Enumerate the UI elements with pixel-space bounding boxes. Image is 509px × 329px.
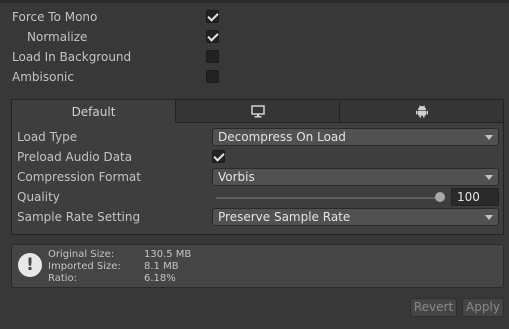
- chevron-down-icon: [485, 135, 493, 140]
- quality-label: Quality: [17, 190, 60, 204]
- ratio-label: Ratio:: [48, 273, 78, 284]
- ambisonic-row: Ambisonic: [0, 67, 509, 87]
- force-to-mono-label: Force To Mono: [12, 10, 98, 24]
- tab-default[interactable]: Default: [12, 100, 176, 123]
- preload-audio-data-checkbox[interactable]: [212, 150, 225, 163]
- quality-row: Quality 100: [12, 187, 503, 207]
- normalize-label: Normalize: [27, 30, 88, 44]
- compression-format-value: Vorbis: [218, 170, 255, 184]
- compression-format-label: Compression Format: [17, 170, 141, 184]
- load-type-label: Load Type: [17, 130, 78, 144]
- load-in-background-checkbox[interactable]: [206, 50, 219, 63]
- normalize-checkbox[interactable]: [206, 30, 219, 43]
- tab-default-label: Default: [71, 104, 116, 119]
- preload-audio-data-label: Preload Audio Data: [17, 150, 133, 164]
- sample-rate-setting-label: Sample Rate Setting: [17, 210, 141, 224]
- platform-tabs: Default: [12, 100, 503, 123]
- info-icon: !: [18, 253, 42, 277]
- revert-button[interactable]: Revert: [410, 298, 457, 317]
- load-type-value: Decompress On Load: [218, 130, 346, 144]
- quality-slider-track[interactable]: [216, 197, 442, 199]
- force-to-mono-row: Force To Mono: [0, 7, 509, 27]
- normalize-row: Normalize: [0, 27, 509, 47]
- sample-rate-setting-row: Sample Rate Setting Preserve Sample Rate: [12, 207, 503, 227]
- sample-rate-setting-value: Preserve Sample Rate: [218, 210, 351, 224]
- sample-rate-setting-dropdown[interactable]: Preserve Sample Rate: [212, 208, 499, 226]
- monitor-icon: [250, 104, 265, 117]
- force-to-mono-checkbox[interactable]: [206, 10, 219, 23]
- load-type-row: Load Type Decompress On Load: [12, 127, 503, 147]
- quality-slider-thumb[interactable]: [435, 192, 445, 202]
- preload-audio-data-row: Preload Audio Data: [12, 147, 503, 167]
- load-in-background-label: Load In Background: [12, 50, 132, 64]
- load-in-background-row: Load In Background: [0, 47, 509, 67]
- load-type-dropdown[interactable]: Decompress On Load: [212, 128, 499, 146]
- tab-android[interactable]: [340, 100, 503, 123]
- compression-format-dropdown[interactable]: Vorbis: [212, 168, 499, 186]
- apply-button[interactable]: Apply: [462, 298, 504, 317]
- import-info-box: ! Original Size: 130.5 MB Imported Size:…: [11, 244, 504, 288]
- ambisonic-label: Ambisonic: [12, 70, 74, 84]
- android-icon: [415, 105, 428, 118]
- chevron-down-icon: [485, 175, 493, 180]
- compression-format-row: Compression Format Vorbis: [12, 167, 503, 187]
- platform-settings-panel: Default Load Type Decompress On Load Pre…: [11, 99, 504, 235]
- imported-size-label: Imported Size:: [48, 261, 121, 272]
- chevron-down-icon: [485, 215, 493, 220]
- original-size-label: Original Size:: [48, 249, 115, 260]
- imported-size-value: 8.1 MB: [144, 261, 179, 272]
- tab-standalone[interactable]: [176, 100, 340, 123]
- original-size-value: 130.5 MB: [144, 249, 192, 260]
- ambisonic-checkbox[interactable]: [206, 70, 219, 83]
- quality-input[interactable]: 100: [451, 188, 499, 206]
- top-separator: [0, 0, 509, 3]
- ratio-value: 6.18%: [144, 273, 176, 284]
